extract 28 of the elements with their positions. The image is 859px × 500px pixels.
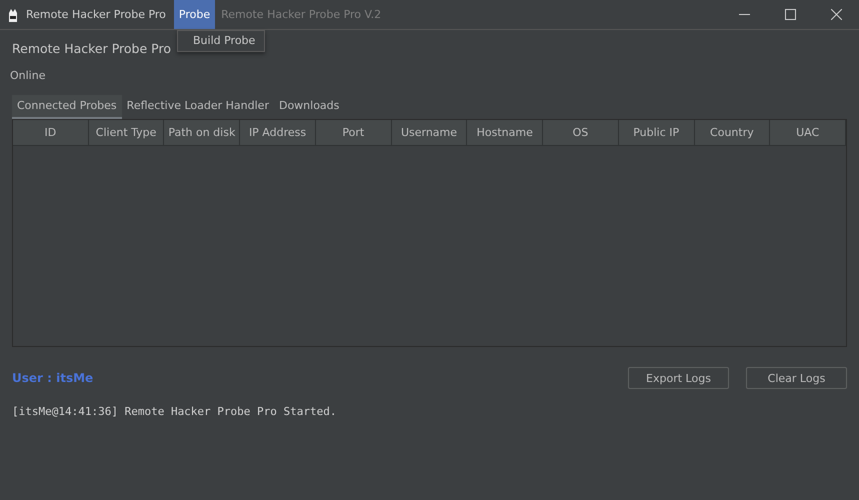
column-header[interactable]: Public IP [618, 120, 695, 146]
tab[interactable]: Connected Probes [12, 95, 122, 119]
column-header[interactable]: OS [543, 120, 619, 146]
app-heading: Remote Hacker Probe Pro [12, 41, 172, 56]
status-label: Online [10, 69, 46, 82]
column-header[interactable]: Path on disk [164, 120, 240, 146]
minimize-icon [738, 14, 750, 16]
column-header[interactable]: Port [316, 120, 392, 146]
log-button[interactable]: Export Logs [628, 367, 729, 389]
column-header[interactable]: UAC [770, 120, 846, 146]
log-button[interactable]: Clear Logs [746, 367, 847, 389]
app-logo-icon [8, 8, 18, 22]
column-header[interactable]: IP Address [240, 120, 316, 146]
column-header[interactable]: Username [392, 120, 468, 146]
window-subtitle: Remote Hacker Probe Pro V.2 [221, 8, 382, 21]
column-header[interactable]: ID [13, 120, 89, 146]
user-label: User : itsMe [12, 371, 94, 385]
close-icon [830, 9, 842, 20]
column-header[interactable]: Hostname [467, 120, 544, 146]
window-title: Remote Hacker Probe Pro [26, 8, 166, 21]
column-header[interactable]: Country [694, 120, 770, 146]
tab[interactable]: Downloads [274, 95, 344, 119]
menu-option[interactable]: Build Probe [178, 31, 264, 51]
log-line: [itsMe@14:41:36] Remote Hacker Probe Pro Started. [12, 405, 338, 418]
menu-item[interactable]: Probe [174, 0, 216, 29]
tab[interactable]: Reflective Loader Handler [122, 95, 274, 119]
maximize-icon [784, 9, 796, 20]
column-header[interactable]: Client Type [88, 120, 164, 146]
